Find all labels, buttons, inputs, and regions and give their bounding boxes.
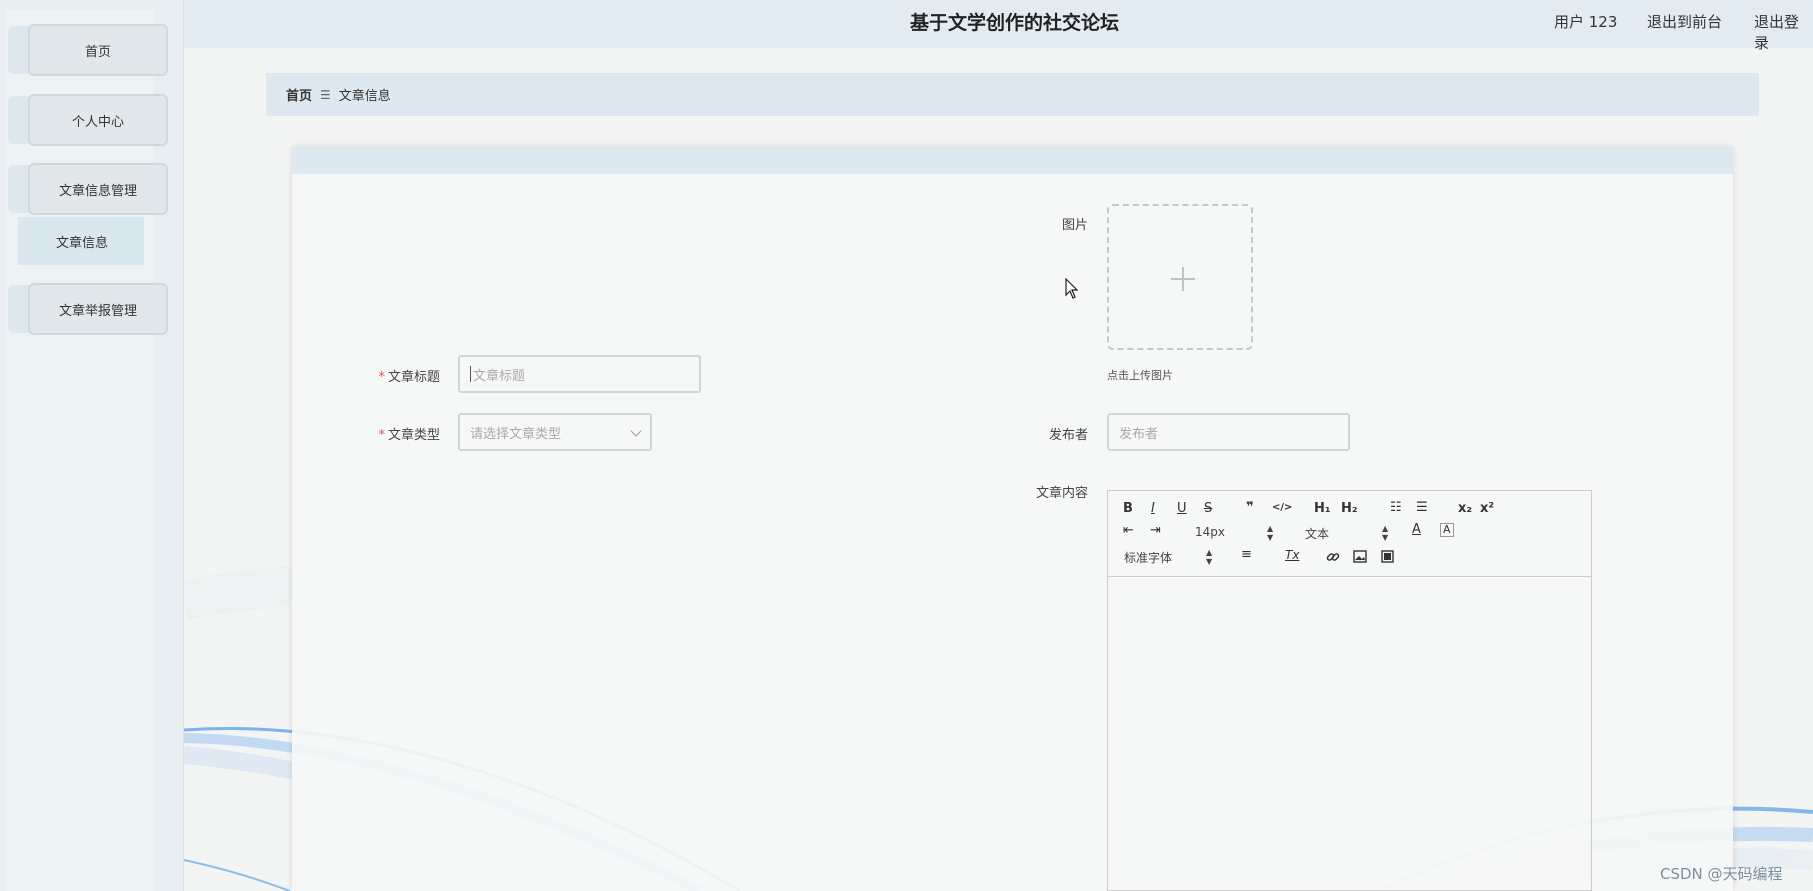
header-select[interactable]: 文本 ▲ ▼ [1305, 524, 1389, 542]
strike-icon[interactable]: S [1204, 501, 1212, 516]
indent-icon[interactable]: ⇥ [1150, 523, 1161, 538]
logout-link[interactable]: 退出登录 [1754, 11, 1813, 53]
updown-icon: ▲ ▼ [1206, 548, 1213, 566]
superscript-icon[interactable]: x² [1480, 501, 1494, 516]
code-icon[interactable]: </> [1272, 502, 1292, 513]
type-placeholder: 请选择文章类型 [470, 426, 562, 442]
italic-icon[interactable]: I [1151, 501, 1155, 516]
link-icon[interactable] [1326, 550, 1340, 564]
clear-format-icon[interactable]: Tx [1285, 548, 1299, 562]
rich-text-editor[interactable]: B I U S ❞ </> H₁ H₂ ☷ ☰ x₂ x² ⇤ ⇥ 14px ▲… [1107, 490, 1592, 891]
title-input[interactable]: 文章标题 [458, 355, 701, 393]
sidebar: 首页 个人中心 文章信息管理 文章信息 文章举报管理 [0, 0, 184, 891]
sidebar-item-label[interactable]: 个人中心 [28, 94, 168, 146]
content-label: 文章内容 [1035, 486, 1088, 501]
sidebar-subitem-article-info[interactable]: 文章信息 [18, 217, 144, 265]
bullet-list-icon[interactable]: ☰ [1416, 500, 1428, 515]
type-label: * 文章类型 [378, 428, 440, 443]
editor-toolbar: B I U S ❞ </> H₁ H₂ ☷ ☰ x₂ x² ⇤ ⇥ 14px ▲… [1108, 491, 1591, 577]
h2-icon[interactable]: H₂ [1341, 501, 1358, 516]
font-size-select[interactable]: 14px ▲ ▼ [1195, 524, 1275, 542]
breadcrumb-current: 文章信息 [338, 89, 391, 104]
sidebar-item-report-management[interactable]: 文章举报管理 [8, 283, 168, 335]
publisher-label: 发布者 [1048, 428, 1088, 443]
outdent-icon[interactable]: ⇤ [1123, 523, 1134, 538]
font-family-select[interactable]: 标准字体 ▲ ▼ [1124, 548, 1214, 566]
sidebar-item-label[interactable]: 文章举报管理 [28, 283, 168, 335]
user-name: 用户 123 [1554, 13, 1618, 31]
breadcrumb: 首页 ☰ 文章信息 [266, 73, 1759, 116]
h1-icon[interactable]: H₁ [1314, 501, 1331, 516]
card-header [292, 147, 1733, 174]
image-icon[interactable] [1353, 550, 1367, 563]
title-label: * 文章标题 [378, 370, 440, 385]
title-placeholder: 文章标题 [473, 368, 526, 384]
back-to-front-link[interactable]: 退出到前台 [1647, 11, 1722, 32]
subscript-icon[interactable]: x₂ [1458, 501, 1472, 516]
breadcrumb-home[interactable]: 首页 [286, 85, 312, 104]
underline-icon[interactable]: U [1177, 501, 1187, 516]
watermark: CSDN @天码编程 [1660, 865, 1783, 883]
sidebar-item-label[interactable]: 首页 [28, 24, 168, 76]
bold-icon[interactable]: B [1123, 501, 1133, 516]
chevron-down-icon [630, 425, 642, 437]
sidebar-item-label[interactable]: 文章信息管理 [28, 163, 168, 215]
background-color-icon[interactable]: A [1440, 523, 1454, 537]
page-title: 基于文学创作的社交论坛 [910, 12, 1120, 34]
image-upload-button[interactable] [1107, 204, 1253, 350]
video-icon[interactable] [1381, 550, 1394, 563]
blockquote-icon[interactable]: ❞ [1246, 500, 1254, 515]
ordered-list-icon[interactable]: ☷ [1390, 500, 1402, 515]
publisher-placeholder: 发布者 [1119, 426, 1159, 442]
publisher-input[interactable]: 发布者 [1107, 413, 1350, 451]
sidebar-item-personal-center[interactable]: 个人中心 [8, 94, 168, 146]
breadcrumb-separator-icon: ☰ [320, 87, 331, 102]
sidebar-item-home[interactable]: 首页 [8, 24, 168, 76]
upload-hint: 点击上传图片 [1107, 369, 1173, 382]
type-select[interactable]: 请选择文章类型 [458, 413, 652, 451]
mouse-pointer-icon [1065, 278, 1079, 299]
sidebar-item-article-management[interactable]: 文章信息管理 [8, 163, 168, 215]
required-mark: * [378, 428, 385, 443]
top-header: 基于文学创作的社交论坛 用户 123 退出到前台 退出登录 [184, 0, 1813, 52]
required-mark: * [378, 370, 385, 385]
align-icon[interactable]: ≡ [1241, 547, 1252, 562]
image-label: 图片 [1061, 218, 1088, 233]
updown-icon: ▲ ▼ [1267, 524, 1274, 542]
updown-icon: ▲ ▼ [1382, 524, 1389, 542]
font-color-icon[interactable]: A [1412, 522, 1421, 537]
